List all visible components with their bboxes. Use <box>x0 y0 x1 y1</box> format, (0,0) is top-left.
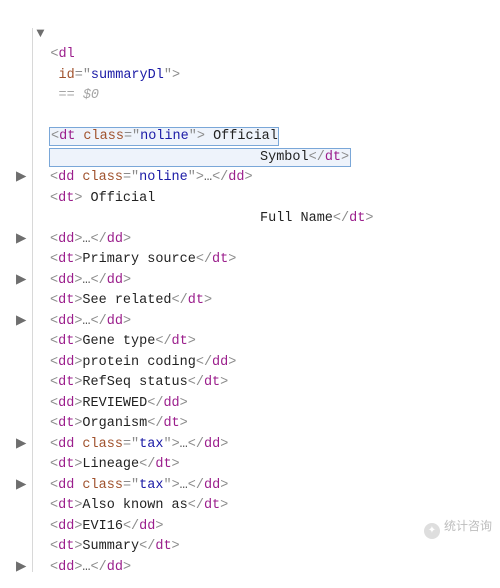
dom-node[interactable]: ▶<dd>…</dd> <box>8 312 500 333</box>
chevron-right-icon[interactable]: ▶ <box>16 558 28 579</box>
dom-node[interactable]: <dt>Summary</dt> <box>8 537 500 558</box>
selected-node[interactable]: <dt class="noline"> OfficialSymbol</dt> <box>50 128 350 166</box>
dom-node[interactable]: <dt> OfficialFull Name</dt> <box>8 189 500 230</box>
root-node[interactable]: ▼ <dl id="summaryDl"> == $0 <box>8 4 500 127</box>
dom-node[interactable]: <dt>See related</dt> <box>8 291 500 312</box>
dom-node[interactable]: ▶<dd>…</dd> <box>8 271 500 292</box>
dom-node[interactable]: <dt>Lineage</dt> <box>8 455 500 476</box>
dom-node[interactable]: ▶<dd>…</dd> <box>8 230 500 251</box>
dom-node[interactable]: <dt>RefSeq status</dt> <box>8 373 500 394</box>
dom-node[interactable]: <dt>Organism</dt> <box>8 414 500 435</box>
children-container: <dt class="noline"> OfficialSymbol</dt>▶… <box>8 127 500 578</box>
dom-node[interactable]: ▶<dd>…</dd> <box>8 558 500 579</box>
selected-indicator: == $0 <box>59 88 100 103</box>
chevron-right-icon[interactable]: ▶ <box>16 476 28 497</box>
dom-node[interactable]: ▶<dd class="tax">…</dd> <box>8 435 500 456</box>
chevron-right-icon[interactable]: ▶ <box>16 230 28 251</box>
watermark: ✦统计咨询 <box>424 517 492 539</box>
dom-node[interactable]: <dd>protein coding</dd> <box>8 353 500 374</box>
dom-node[interactable]: <dt class="noline"> OfficialSymbol</dt> <box>8 127 500 168</box>
chevron-right-icon[interactable]: ▶ <box>16 435 28 456</box>
dom-node[interactable]: <dt>Primary source</dt> <box>8 250 500 271</box>
dom-node[interactable]: ▶<dd class="tax">…</dd> <box>8 476 500 497</box>
chevron-right-icon[interactable]: ▶ <box>16 168 28 189</box>
dom-tree: ▼ <dl id="summaryDl"> == $0 <dt class="n… <box>0 4 500 578</box>
dom-node[interactable]: <dt>Also known as</dt> <box>8 496 500 517</box>
chevron-right-icon[interactable]: ▶ <box>16 312 28 333</box>
chevron-right-icon[interactable]: ▶ <box>16 271 28 292</box>
chevron-down-icon[interactable]: ▼ <box>36 25 48 46</box>
wechat-icon: ✦ <box>424 523 440 539</box>
dom-node[interactable]: <dt>Gene type</dt> <box>8 332 500 353</box>
dom-node[interactable]: <dd>REVIEWED</dd> <box>8 394 500 415</box>
dom-node[interactable]: ▶<dd class="noline">…</dd> <box>8 168 500 189</box>
